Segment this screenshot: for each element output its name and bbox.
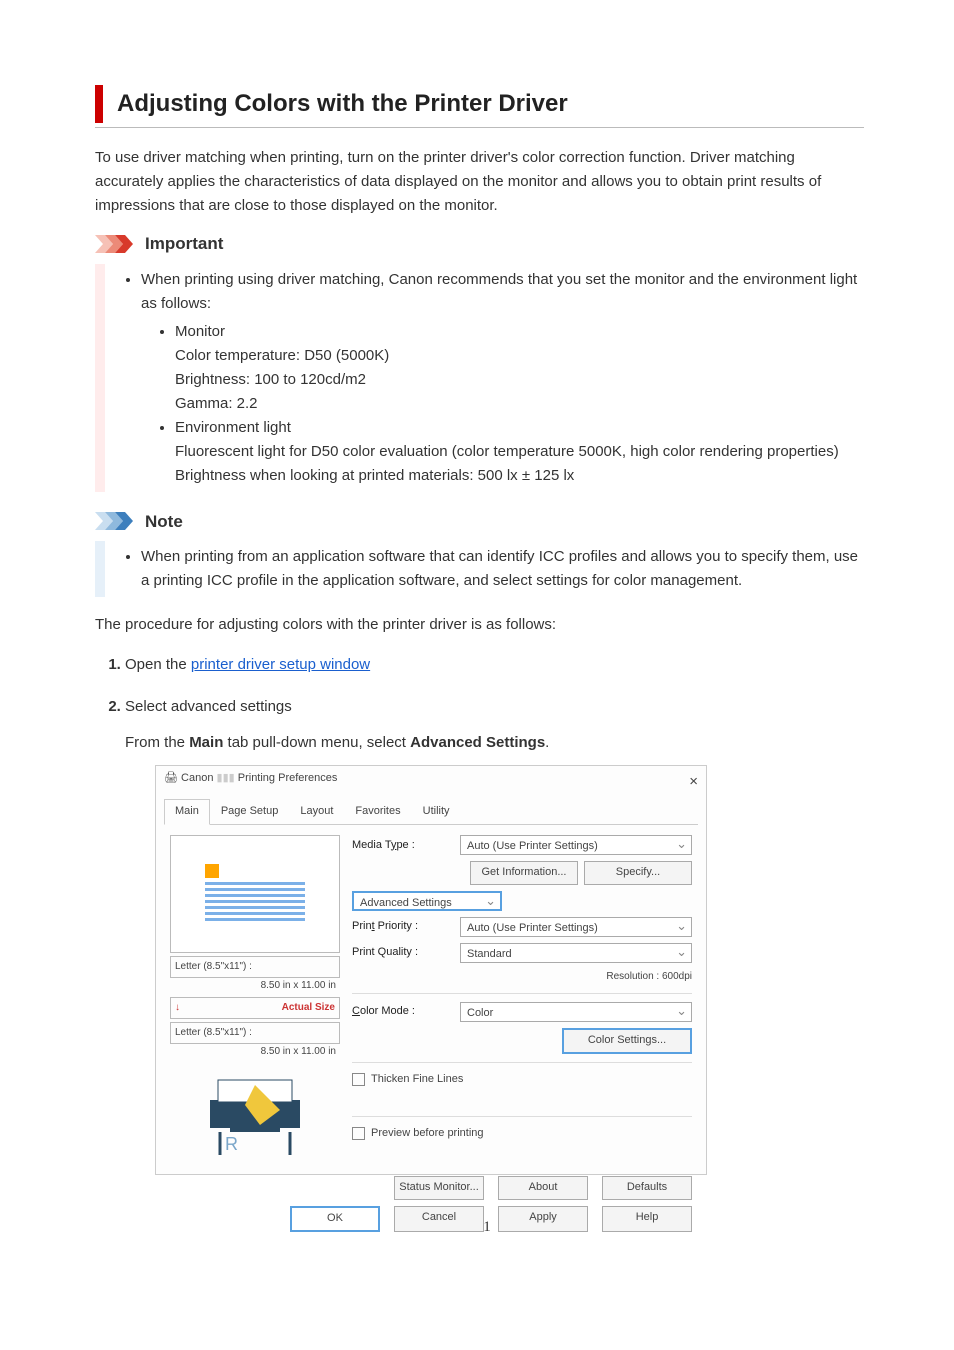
apply-button[interactable]: Apply bbox=[498, 1206, 588, 1232]
svg-text:R: R bbox=[225, 1134, 238, 1154]
tab-favorites[interactable]: Favorites bbox=[344, 799, 411, 826]
actual-size-text: Actual Size bbox=[282, 1000, 335, 1016]
important-title: Important bbox=[145, 230, 223, 257]
get-information-button[interactable]: Get Information... bbox=[470, 861, 578, 885]
monitor-item: Monitor Color temperature: D50 (5000K) B… bbox=[175, 320, 864, 416]
paper-1-name: Letter (8.5"x11") : bbox=[175, 959, 252, 975]
step2-d: Advanced Settings bbox=[410, 734, 545, 751]
step2-a: From the bbox=[125, 734, 189, 751]
printer-icon: 🖨 bbox=[164, 772, 178, 784]
paper-info-1: Letter (8.5"x11") : bbox=[170, 956, 340, 978]
color-mode-label: Color Mode : bbox=[352, 1003, 452, 1021]
thicken-fine-lines-label: Thicken Fine Lines bbox=[371, 1071, 463, 1089]
actual-size-row: ↓Actual Size bbox=[170, 997, 340, 1019]
note-header: Note bbox=[95, 508, 864, 535]
note-body: When printing from an application softwa… bbox=[95, 541, 864, 597]
dialog-footer: Status Monitor... About Defaults OK Canc… bbox=[156, 1168, 706, 1241]
defaults-button[interactable]: Defaults bbox=[602, 1176, 692, 1200]
paper-1-dim: 8.50 in x 11.00 in bbox=[170, 978, 340, 994]
close-button[interactable]: × bbox=[689, 770, 698, 794]
settings-mode-select[interactable]: Advanced Settings bbox=[352, 891, 502, 911]
step2-b: Main bbox=[189, 734, 223, 751]
print-quality-select[interactable]: Standard bbox=[460, 943, 692, 963]
intro-paragraph: To use driver matching when printing, tu… bbox=[95, 146, 864, 218]
tab-layout[interactable]: Layout bbox=[289, 799, 344, 826]
color-mode-select[interactable]: Color bbox=[460, 1002, 692, 1022]
procedure-intro: The procedure for adjusting colors with … bbox=[95, 613, 864, 637]
arrows-icon bbox=[95, 512, 139, 530]
step-1-prefix: Open the bbox=[125, 656, 191, 673]
cancel-button[interactable]: Cancel bbox=[394, 1206, 484, 1232]
dialog-right-pane: Media Type : Auto (Use Printer Settings)… bbox=[352, 835, 692, 1160]
important-lead: When printing using driver matching, Can… bbox=[141, 268, 864, 488]
title-bar: Adjusting Colors with the Printer Driver bbox=[95, 85, 864, 128]
note-text: When printing from an application softwa… bbox=[141, 545, 864, 593]
page-preview bbox=[170, 835, 340, 953]
paper-info-2: Letter (8.5"x11") : bbox=[170, 1022, 340, 1044]
step-2-label: Select advanced settings bbox=[125, 698, 292, 715]
env-label: Environment light bbox=[175, 419, 291, 436]
thicken-fine-lines-checkbox[interactable] bbox=[352, 1073, 365, 1086]
printing-preferences-dialog: 🖨 Canon ▮▮▮ Printing Preferences × Main … bbox=[155, 765, 707, 1175]
tab-main[interactable]: Main bbox=[164, 799, 210, 826]
paper-2-dim: 8.50 in x 11.00 in bbox=[170, 1044, 340, 1060]
monitor-spec-2: Brightness: 100 to 120cd/m2 bbox=[175, 368, 864, 392]
help-button[interactable]: Help bbox=[602, 1206, 692, 1232]
env-spec-1: Fluorescent light for D50 color evaluati… bbox=[175, 440, 864, 464]
step-2-desc: From the Main tab pull-down menu, select… bbox=[125, 731, 864, 755]
monitor-label: Monitor bbox=[175, 323, 225, 340]
monitor-spec-3: Gamma: 2.2 bbox=[175, 392, 864, 416]
ok-button[interactable]: OK bbox=[290, 1206, 380, 1232]
monitor-spec-1: Color temperature: D50 (5000K) bbox=[175, 344, 864, 368]
step-1: Open the printer driver setup window bbox=[125, 653, 864, 677]
dialog-titlebar: 🖨 Canon ▮▮▮ Printing Preferences × bbox=[156, 766, 706, 798]
page-title: Adjusting Colors with the Printer Driver bbox=[95, 85, 864, 123]
media-type-label: Media Type : bbox=[352, 837, 452, 855]
color-settings-button[interactable]: Color Settings... bbox=[562, 1028, 692, 1054]
important-lead-text: When printing using driver matching, Can… bbox=[141, 271, 857, 312]
media-type-select[interactable]: Auto (Use Printer Settings) bbox=[460, 835, 692, 855]
preview-before-printing-label: Preview before printing bbox=[371, 1125, 484, 1143]
dialog-title-text: Printing Preferences bbox=[238, 772, 338, 784]
step2-e: . bbox=[545, 734, 549, 751]
about-button[interactable]: About bbox=[498, 1176, 588, 1200]
resolution-readout: Resolution : 600dpi bbox=[352, 969, 692, 985]
arrows-icon bbox=[95, 235, 139, 253]
preview-before-printing-checkbox[interactable] bbox=[352, 1127, 365, 1140]
print-quality-label: Print Quality : bbox=[352, 944, 452, 962]
print-priority-label: Print Priority : bbox=[352, 918, 452, 936]
print-priority-select[interactable]: Auto (Use Printer Settings) bbox=[460, 917, 692, 937]
tab-utility[interactable]: Utility bbox=[412, 799, 461, 826]
specify-button[interactable]: Specify... bbox=[584, 861, 692, 885]
status-monitor-button[interactable]: Status Monitor... bbox=[394, 1176, 484, 1200]
driver-setup-link[interactable]: printer driver setup window bbox=[191, 656, 370, 673]
tab-page-setup[interactable]: Page Setup bbox=[210, 799, 290, 826]
note-title: Note bbox=[145, 508, 183, 535]
step-2: Select advanced settings From the Main t… bbox=[125, 695, 864, 1175]
dialog-left-pane: Letter (8.5"x11") : 8.50 in x 11.00 in ↓… bbox=[170, 835, 340, 1160]
important-body: When printing using driver matching, Can… bbox=[95, 264, 864, 492]
step2-c: tab pull-down menu, select bbox=[223, 734, 410, 751]
dialog-tab-strip: Main Page Setup Layout Favorites Utility bbox=[164, 798, 698, 826]
dialog-title-brand: Canon bbox=[181, 772, 213, 784]
step-1-label: Open the printer driver setup window bbox=[125, 656, 370, 673]
env-item: Environment light Fluorescent light for … bbox=[175, 416, 864, 488]
important-header: Important bbox=[95, 230, 864, 257]
paper-2-name: Letter (8.5"x11") : bbox=[175, 1025, 252, 1041]
printer-graphic: R bbox=[170, 1070, 340, 1160]
env-spec-2: Brightness when looking at printed mater… bbox=[175, 464, 864, 488]
